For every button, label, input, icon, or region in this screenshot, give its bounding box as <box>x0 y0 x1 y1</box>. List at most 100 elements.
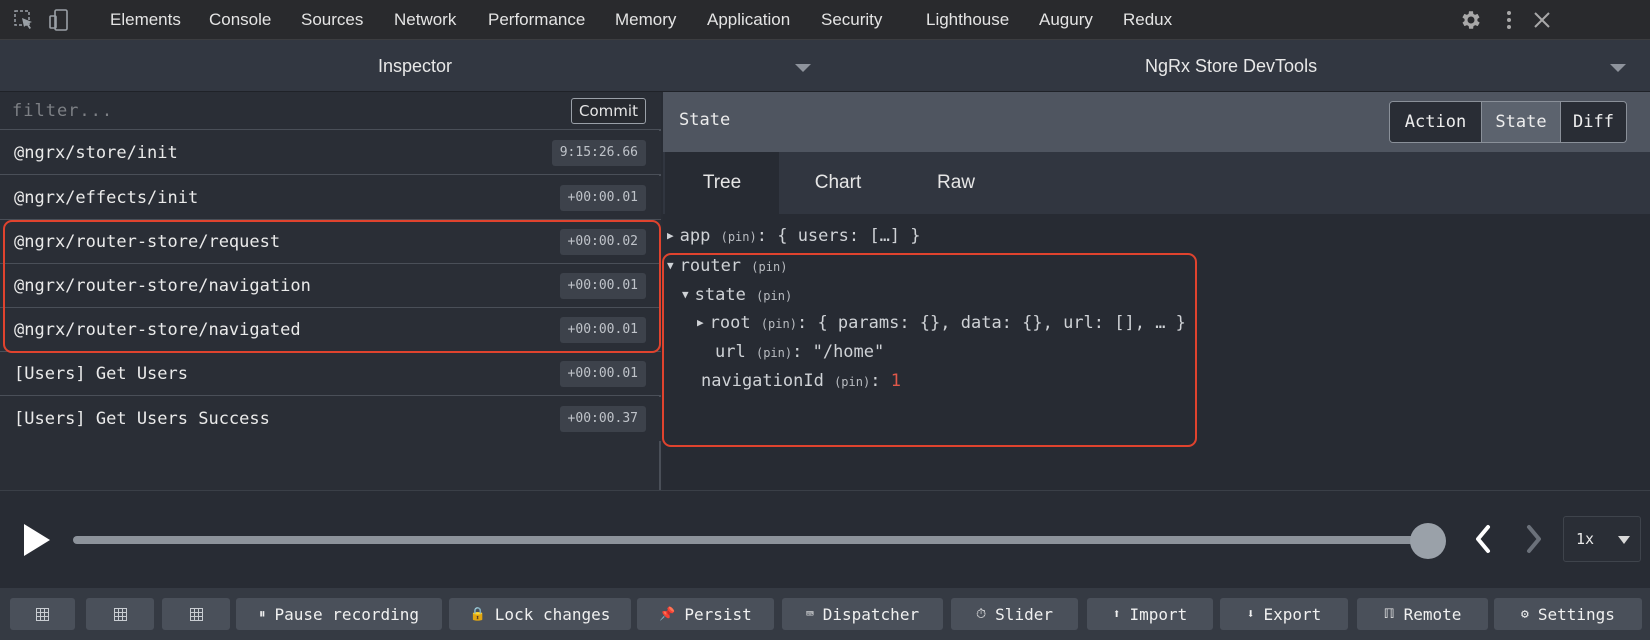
action-name: @ngrx/router-store/navigated <box>14 320 301 340</box>
tab-tree[interactable]: Tree <box>665 152 779 214</box>
commit-button[interactable]: Commit <box>571 98 646 124</box>
pin-button[interactable]: (pin) <box>721 230 757 244</box>
upload-icon: ⬆ <box>1112 606 1121 622</box>
play-icon[interactable] <box>24 524 50 556</box>
persist-button[interactable]: 📌 Persist <box>637 598 774 630</box>
next-icon[interactable] <box>1515 519 1551 559</box>
slider-button[interactable]: ⏱ Slider <box>951 598 1078 630</box>
action-item[interactable]: [Users] Get Users +00:00.01 <box>0 352 661 396</box>
collapse-arrow-icon[interactable]: ▼ <box>682 281 689 309</box>
layout-grid-icon <box>189 607 203 621</box>
action-item[interactable]: [Users] Get Users Success +00:00.37 <box>0 397 661 441</box>
tree-node-url: url (pin): "/home" <box>715 342 885 362</box>
pin-button[interactable]: (pin) <box>834 375 870 389</box>
dispatcher-button[interactable]: ⌨ Dispatcher <box>782 598 943 630</box>
playback-speed-select[interactable]: 1x <box>1563 516 1641 562</box>
tree-node-router[interactable]: ▼ router (pin) <box>667 252 787 280</box>
settings-button[interactable]: ⚙ Settings <box>1494 598 1642 630</box>
pin-icon: 📌 <box>659 606 676 622</box>
tab-application[interactable]: Application <box>707 0 790 40</box>
pin-button[interactable]: (pin) <box>756 346 792 360</box>
action-item[interactable]: @ngrx/store/init 9:15:26.66 <box>0 131 661 175</box>
inspector-dropdown-icon[interactable] <box>795 64 811 72</box>
state-header: State Action State Diff <box>663 92 1650 152</box>
keyboard-icon: ⌨ <box>805 606 814 622</box>
tab-performance[interactable]: Performance <box>488 0 585 40</box>
tab-memory[interactable]: Memory <box>615 0 676 40</box>
dock-left-button[interactable] <box>10 598 75 630</box>
tab-augury[interactable]: Augury <box>1039 0 1093 40</box>
gear-icon[interactable] <box>1458 8 1482 32</box>
action-time-badge: +00:00.01 <box>559 361 646 387</box>
action-item[interactable]: @ngrx/router-store/navigated +00:00.01 <box>0 308 661 352</box>
inspect-element-icon[interactable] <box>13 9 35 31</box>
action-name: [Users] Get Users Success <box>14 409 270 429</box>
tab-sources[interactable]: Sources <box>301 0 363 40</box>
tab-raw[interactable]: Raw <box>899 152 1013 214</box>
pause-recording-button[interactable]: ⏸ Pause recording <box>236 598 442 630</box>
state-tree: ▶ app (pin): { users: […] } ▼ router (pin)… <box>663 214 1650 490</box>
node-value: "/home" <box>812 342 885 362</box>
tab-console[interactable]: Console <box>209 0 271 40</box>
download-icon: ⬇ <box>1246 606 1255 622</box>
close-icon[interactable] <box>1530 8 1554 32</box>
action-item[interactable]: @ngrx/effects/init +00:00.01 <box>0 176 661 220</box>
more-icon[interactable] <box>1497 8 1521 32</box>
import-button[interactable]: ⬆ Import <box>1087 598 1213 630</box>
action-time-badge: +00:00.01 <box>559 273 646 299</box>
action-name: @ngrx/store/init <box>14 143 178 163</box>
mode-state-button[interactable]: State <box>1482 102 1561 142</box>
action-time-badge: +00:00.02 <box>559 229 646 255</box>
remote-button[interactable]: ℿ Remote <box>1357 598 1488 630</box>
action-name: [Users] Get Users <box>14 364 188 384</box>
monitor-dropdown-icon[interactable] <box>1610 64 1626 72</box>
collapse-arrow-icon[interactable]: ▼ <box>667 252 674 280</box>
timeline-slider[interactable] <box>73 536 1433 544</box>
expand-arrow-icon[interactable]: ▶ <box>667 222 674 250</box>
pin-button[interactable]: (pin) <box>756 289 792 303</box>
action-name: @ngrx/router-store/request <box>14 232 281 252</box>
action-list-panel: Commit @ngrx/store/init 9:15:26.66 @ngrx… <box>0 92 661 490</box>
action-item[interactable]: @ngrx/router-store/request +00:00.02 <box>0 220 661 264</box>
playback-bar: 1x <box>0 490 1650 588</box>
previous-icon[interactable] <box>1466 519 1502 559</box>
expand-arrow-icon[interactable]: ▶ <box>697 309 704 337</box>
tab-elements[interactable]: Elements <box>110 0 181 40</box>
dock-bottom-button[interactable] <box>162 598 230 630</box>
filter-input[interactable] <box>12 98 512 124</box>
filter-row: Commit <box>0 92 661 130</box>
inspector-title: Inspector <box>378 56 453 76</box>
action-item[interactable]: @ngrx/router-store/navigation +00:00.01 <box>0 264 661 308</box>
mode-action-button[interactable]: Action <box>1390 102 1482 142</box>
pin-button[interactable]: (pin) <box>751 260 787 274</box>
tab-chart[interactable]: Chart <box>781 152 895 214</box>
tree-node-root[interactable]: ▶ root (pin): { params: {}, data: {}, url… <box>697 309 1186 337</box>
layout-grid-icon <box>36 607 49 621</box>
timeline-slider-handle[interactable] <box>1410 523 1446 559</box>
node-value: { params: {}, data: {}, url: [], … } <box>817 313 1186 333</box>
gear-icon: ⚙ <box>1521 606 1529 622</box>
tree-node-app[interactable]: ▶ app (pin): { users: […] } <box>667 222 921 250</box>
playback-speed-value: 1x <box>1576 530 1595 548</box>
tab-network[interactable]: Network <box>394 0 456 40</box>
dock-right-button[interactable] <box>86 598 154 630</box>
export-button[interactable]: ⬇ Export <box>1220 598 1348 630</box>
node-value: { users: […] } <box>777 226 921 246</box>
mode-toggle-group: Action State Diff <box>1389 101 1627 143</box>
action-name: @ngrx/effects/init <box>14 188 199 208</box>
action-time-badge: +00:00.01 <box>559 185 646 211</box>
tree-node-state[interactable]: ▼ state (pin) <box>682 281 792 309</box>
action-name: @ngrx/router-store/navigation <box>14 276 311 296</box>
node-value: 1 <box>890 371 901 391</box>
stopwatch-icon: ⏱ <box>976 606 987 622</box>
pin-button[interactable]: (pin) <box>761 317 797 331</box>
antenna-icon: ℿ <box>1383 606 1395 622</box>
tab-lighthouse[interactable]: Lighthouse <box>926 0 1009 40</box>
state-panel-title: State <box>679 110 731 130</box>
lock-changes-button[interactable]: 🔒 Lock changes <box>449 598 631 630</box>
tab-security[interactable]: Security <box>821 0 882 40</box>
mode-diff-button[interactable]: Diff <box>1561 102 1626 142</box>
tab-redux[interactable]: Redux <box>1123 0 1172 40</box>
device-toolbar-icon[interactable] <box>48 9 70 31</box>
lock-icon: 🔒 <box>469 606 486 622</box>
